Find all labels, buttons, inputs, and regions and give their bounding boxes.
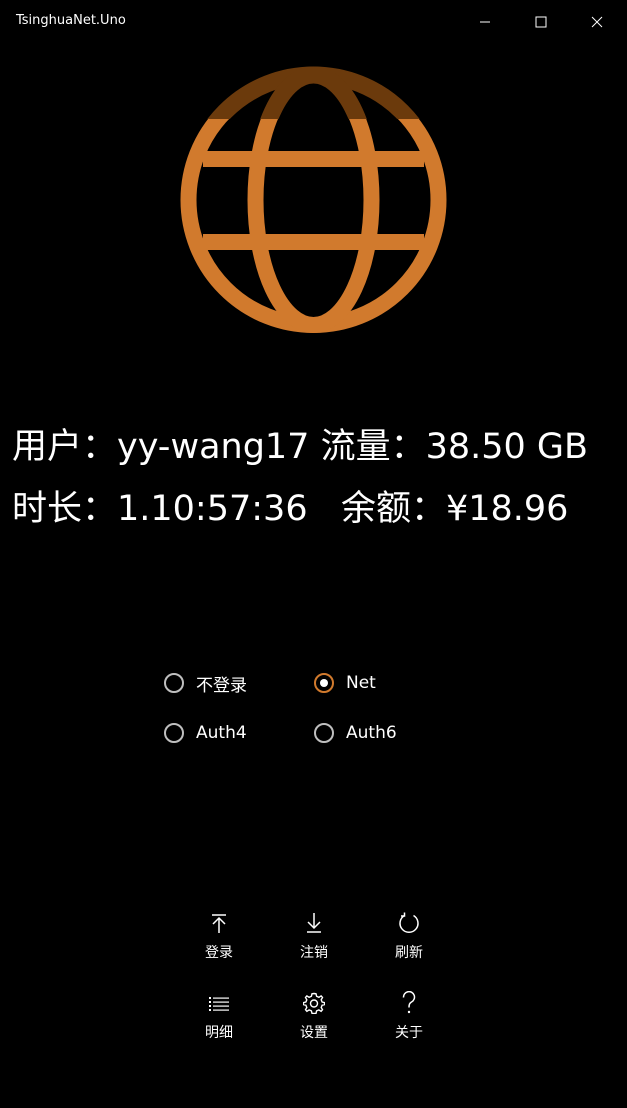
user-flux-info: 用户：yy-wang17 流量：38.50 GB (12, 427, 589, 467)
time-balance-info: 时长：1.10:57:36 余额：¥18.96 (12, 489, 569, 529)
upload-arrow-icon (212, 914, 226, 933)
details-label: 明细 (205, 1025, 233, 1041)
refresh-button[interactable]: 刷新 (369, 910, 449, 970)
radio-no-login[interactable]: 不登录 (164, 669, 247, 697)
list-icon (209, 997, 229, 1011)
settings-label: 设置 (300, 1025, 328, 1041)
app-title: TsinghuaNet.Uno (16, 13, 126, 28)
radio-auth4[interactable]: Auth4 (164, 719, 247, 747)
maximize-button[interactable] (513, 0, 569, 44)
radio-auth6[interactable]: Auth6 (314, 719, 397, 747)
about-button[interactable]: 关于 (369, 990, 449, 1050)
radio-circle-checked[interactable] (314, 673, 334, 693)
logout-label: 注销 (300, 945, 328, 961)
refresh-label: 刷新 (395, 945, 423, 961)
radio-label: Auth6 (346, 723, 397, 743)
close-button[interactable] (569, 0, 625, 44)
about-label: 关于 (395, 1025, 423, 1041)
details-button[interactable]: 明细 (179, 990, 259, 1050)
radio-circle[interactable] (164, 673, 184, 693)
question-icon (402, 991, 416, 1014)
close-icon (591, 16, 603, 28)
maximize-icon (535, 16, 547, 28)
radio-label: Auth4 (196, 723, 247, 743)
minimize-button[interactable] (457, 0, 513, 44)
refresh-icon (399, 912, 419, 933)
radio-label: Net (346, 673, 376, 693)
login-label: 登录 (205, 945, 233, 961)
gear-icon (303, 992, 325, 1014)
settings-button[interactable]: 设置 (274, 990, 354, 1050)
radio-net[interactable]: Net (314, 669, 376, 697)
radio-circle[interactable] (314, 723, 334, 743)
globe-icon (180, 66, 447, 333)
radio-label: 不登录 (196, 675, 247, 696)
download-arrow-icon (307, 913, 321, 933)
title-bar[interactable]: TsinghuaNet.Uno (0, 0, 627, 44)
radio-circle[interactable] (164, 723, 184, 743)
minimize-icon (480, 21, 490, 23)
logout-button[interactable]: 注销 (274, 910, 354, 970)
login-button[interactable]: 登录 (179, 910, 259, 970)
